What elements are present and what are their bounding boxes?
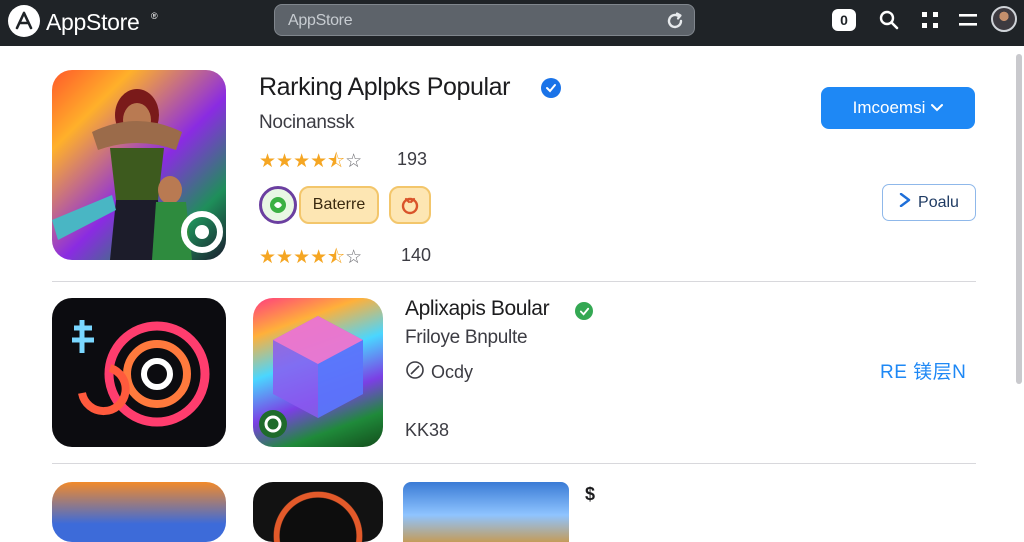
row-mark: $ — [585, 484, 596, 504]
app-size: KK38 — [405, 420, 450, 440]
user-avatar[interactable] — [991, 6, 1017, 32]
notification-badge[interactable]: 0 — [831, 7, 857, 33]
star-rating: ★★★★⯪☆ — [259, 151, 363, 172]
primary-action-label: Imcoemsi — [852, 98, 926, 117]
category-chip[interactable]: Baterre — [299, 186, 379, 224]
search-icon[interactable] — [876, 7, 902, 33]
brand-title: AppStore — [46, 9, 140, 35]
app-title[interactable]: Aplixapis Boular — [405, 297, 550, 321]
chevron-down-icon — [931, 98, 944, 118]
grid-icon[interactable] — [917, 7, 943, 33]
badge-icon[interactable] — [389, 186, 431, 224]
search-input[interactable]: AppStore — [288, 12, 353, 30]
clock-icon — [405, 360, 425, 385]
rating-count-secondary: 140 — [401, 245, 432, 265]
app-title[interactable]: Rarking Aplpks Popular — [259, 73, 510, 102]
app-meta: Ocdy — [405, 360, 473, 385]
notification-count: 0 — [832, 9, 856, 31]
category-icon[interactable] — [259, 186, 297, 224]
app-icon-spiral[interactable] — [52, 298, 226, 447]
reload-icon[interactable] — [664, 10, 686, 32]
play-icon — [899, 192, 911, 212]
app-store-logo-icon[interactable] — [8, 5, 40, 37]
link-button[interactable]: RE 镁层N — [880, 357, 966, 384]
star-rating-secondary: ★★★★⯪☆ — [259, 247, 363, 268]
rating-count: 193 — [397, 149, 428, 169]
app-icon-partial[interactable] — [52, 482, 226, 542]
scrollbar[interactable] — [1016, 54, 1022, 384]
app-icon-cube[interactable] — [253, 298, 383, 447]
primary-action-button[interactable]: Imcoemsi — [821, 87, 975, 129]
search-field[interactable]: AppStore — [274, 4, 695, 36]
verified-icon — [575, 302, 593, 320]
secondary-action-label: Poalu — [918, 193, 959, 211]
app-meta-label: Ocdy — [431, 362, 474, 382]
row-divider — [52, 463, 976, 464]
top-bar: AppStore ® AppStore 0 — [0, 0, 1024, 46]
app-developer: Nocinanssk — [259, 112, 355, 133]
secondary-action-button[interactable]: Poalu — [882, 184, 976, 221]
app-developer: Friloye Bnpulte — [405, 327, 528, 348]
verified-icon — [541, 78, 561, 98]
row-divider — [52, 281, 976, 282]
menu-icon[interactable] — [955, 7, 981, 33]
app-icon-partial[interactable] — [253, 482, 383, 542]
app-icon-partial[interactable] — [403, 482, 569, 542]
registered-mark: ® — [151, 11, 158, 21]
app-icon-hero[interactable] — [52, 70, 226, 260]
